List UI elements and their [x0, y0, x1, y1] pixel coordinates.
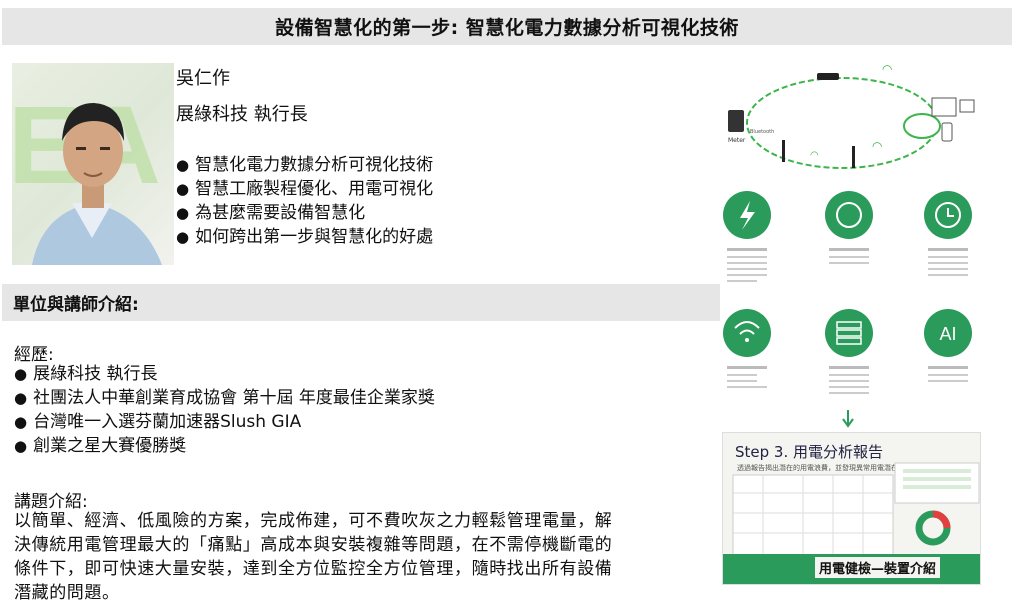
list-item: ● 智慧工廠製程優化、用電可視化	[176, 179, 434, 199]
list-item: ● 台灣唯一入選芬蘭加速器Slush GIA	[14, 412, 302, 432]
page-title-bar: 設備智慧化的第一步: 智慧化電力數據分析可視化技術	[2, 8, 1012, 45]
phone-icon	[941, 122, 953, 142]
experience-list: ● 展綠科技 執行長 ● 社團法人中華創業育成協會 第十屆 年度最佳企業家獎 ● 台灣…	[14, 362, 435, 458]
server-icon	[825, 309, 873, 357]
meter-icon	[825, 191, 873, 239]
talk-line: 以簡單、經濟、低風險的方案，完成佈建，可不費吹灰之力輕鬆管理電量，解	[14, 511, 613, 531]
wifi-icon	[723, 309, 771, 357]
antenna-icon	[852, 146, 855, 168]
meter-device-icon	[728, 110, 744, 132]
talk-line: 決傳統用電管理最大的「痛點」高成本與安裝複雜等問題，在不需停機斷電的	[14, 535, 613, 555]
speaker-portrait-image: EA	[12, 84, 162, 265]
speaker-name: 吳仁作	[176, 68, 230, 89]
meter-label: Meter	[728, 137, 746, 144]
arrow-down-icon	[842, 410, 854, 428]
laptop-icon	[959, 99, 975, 113]
talk-description: 以簡單、經濟、低風險的方案，完成佈建，可不費吹灰之力輕鬆管理電量，解 決傳統用電…	[14, 509, 714, 605]
talk-line: 條件下，即可快速大量安裝，達到全方位監控全方位管理，隨時找出所有設備	[14, 559, 613, 579]
report-screenshot: Step 3. 用電分析報告 透過報告揭出潛在的用電浪費，並發現異常用電潛在風險…	[722, 432, 981, 585]
speaker-photo: EA	[12, 63, 174, 265]
list-item: ● 如何跨出第一步與智慧化的好處	[176, 227, 434, 247]
antenna-icon	[782, 140, 785, 162]
wifi-icon: ◠	[810, 150, 819, 161]
bluetooth-label: Bluetooth	[750, 129, 774, 135]
report-footer-label: 用電健檢—裝置介紹	[815, 557, 941, 578]
cloud-icon	[903, 113, 941, 139]
svg-text:AI: AI	[939, 324, 956, 344]
topic-list: ● 智慧化電力數據分析可視化技術 ● 智慧工廠製程優化、用電可視化 ● 為甚麼需要設備…	[176, 153, 433, 249]
wifi-icon: ◠	[872, 139, 882, 153]
list-item: ● 展綠科技 執行長	[14, 364, 158, 384]
list-item: ● 創業之星大賽優勝獎	[14, 436, 187, 456]
system-diagram: Meter Bluetooth ◠ ◠ ◠ AI	[722, 58, 1012, 428]
talk-line: 潛藏的問題。	[14, 583, 120, 603]
speaker-company-title: 展綠科技 執行長	[176, 104, 308, 125]
list-item: ● 社團法人中華創業育成協會 第十屆 年度最佳企業家獎	[14, 388, 435, 408]
page-title: 設備智慧化的第一步: 智慧化電力數據分析可視化技術	[275, 17, 739, 39]
gateway-icon	[817, 73, 839, 80]
monitor-icon	[931, 97, 957, 117]
section-title: 單位與講師介紹:	[13, 295, 139, 315]
section-header: 單位與講師介紹:	[2, 284, 720, 321]
list-item: ● 智慧化電力數據分析可視化技術	[176, 155, 434, 175]
list-item: ● 為甚麼需要設備智慧化	[176, 203, 366, 223]
wifi-icon: ◠	[882, 62, 892, 76]
